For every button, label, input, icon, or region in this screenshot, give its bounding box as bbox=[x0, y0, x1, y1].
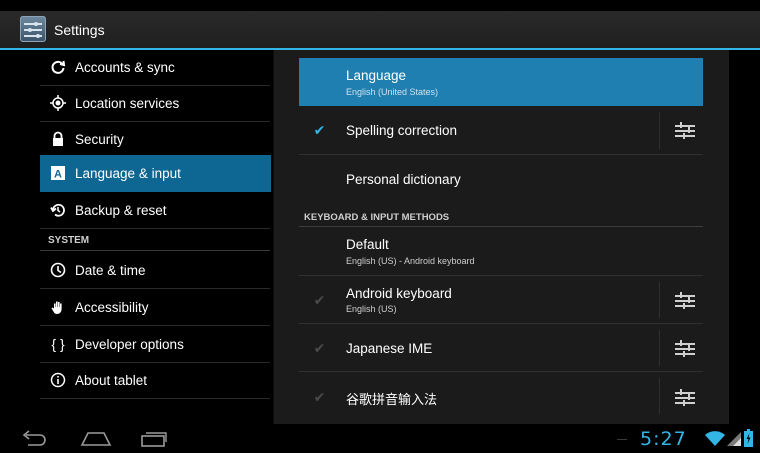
recent-apps-icon[interactable] bbox=[140, 430, 168, 448]
android-keyboard-subtitle: English (US) bbox=[346, 304, 397, 314]
sidebar-item-accessibility[interactable]: Accessibility bbox=[40, 290, 270, 326]
location-icon bbox=[50, 95, 66, 111]
top-strip bbox=[0, 0, 760, 11]
language-title: Language bbox=[346, 68, 407, 83]
language-input-panel: Language English (United States) ✔ Spell… bbox=[273, 50, 729, 424]
wifi-icon bbox=[705, 431, 725, 446]
sidebar-item-label: Location services bbox=[75, 96, 180, 111]
default-subtitle: English (US) - Android keyboard bbox=[346, 256, 475, 266]
android-keyboard-checkbox: ✔ bbox=[313, 292, 326, 308]
default-keyboard-row[interactable]: Default English (US) - Android keyboard bbox=[299, 228, 703, 276]
japanese-ime-settings-icon[interactable] bbox=[675, 340, 695, 358]
info-icon bbox=[50, 372, 66, 388]
sidebar-item-label: Developer options bbox=[75, 337, 184, 352]
sidebar-item-label: Date & time bbox=[75, 263, 146, 278]
language-row[interactable]: Language English (United States) bbox=[299, 58, 703, 106]
japanese-ime-title: Japanese IME bbox=[346, 341, 433, 356]
sidebar-item-backup-reset[interactable]: Backup & reset bbox=[40, 193, 270, 229]
sidebar-item-developer-options[interactable]: { } Developer options bbox=[40, 327, 270, 363]
sidebar-item-label: Language & input bbox=[75, 166, 181, 181]
google-pinyin-title: 谷歌拼音输入法 bbox=[346, 393, 438, 408]
action-bar: Settings bbox=[0, 11, 760, 50]
google-pinyin-settings-icon[interactable] bbox=[675, 389, 695, 407]
android-keyboard-settings-icon[interactable] bbox=[675, 292, 695, 310]
sidebar-item-label: Backup & reset bbox=[75, 203, 167, 218]
japanese-ime-row[interactable]: ✔ Japanese IME bbox=[299, 324, 703, 372]
default-title: Default bbox=[346, 237, 389, 252]
spelling-correction-checkbox[interactable]: ✔ bbox=[313, 123, 326, 137]
sidebar-item-accounts-sync[interactable]: Accounts & sync bbox=[40, 50, 270, 86]
sidebar-item-language-input[interactable]: A Language & input bbox=[40, 155, 271, 192]
settings-sidebar: Accounts & sync Location services Securi… bbox=[0, 50, 272, 410]
spelling-correction-title: Spelling correction bbox=[346, 123, 458, 138]
sidebar-item-label: Security bbox=[75, 132, 124, 147]
svg-text:A: A bbox=[54, 169, 62, 181]
google-pinyin-row[interactable]: ✔ 谷歌拼音输入法 bbox=[299, 372, 703, 420]
status-time: 5:27 bbox=[640, 428, 687, 450]
hand-icon bbox=[50, 299, 66, 315]
home-icon[interactable] bbox=[80, 430, 112, 448]
sidebar-item-security[interactable]: Security bbox=[40, 122, 270, 158]
japanese-ime-checkbox: ✔ bbox=[313, 340, 326, 356]
language-icon: A bbox=[50, 165, 66, 181]
system-bar: 5:27 bbox=[0, 424, 760, 453]
sidebar-item-label: Accounts & sync bbox=[75, 60, 175, 75]
sidebar-item-label: Accessibility bbox=[75, 300, 149, 315]
android-keyboard-row[interactable]: ✔ Android keyboard English (US) bbox=[299, 276, 703, 324]
spelling-correction-row[interactable]: ✔ Spelling correction bbox=[299, 106, 703, 155]
lock-icon bbox=[50, 131, 66, 147]
keyboard-methods-header: KEYBOARD & INPUT METHODS bbox=[299, 203, 703, 227]
personal-dictionary-title: Personal dictionary bbox=[346, 172, 461, 187]
sidebar-item-date-time[interactable]: Date & time bbox=[40, 253, 270, 289]
google-pinyin-checkbox: ✔ bbox=[313, 389, 326, 405]
system-section-header: SYSTEM bbox=[40, 231, 270, 251]
sync-icon bbox=[50, 59, 66, 75]
battery-icon bbox=[744, 429, 753, 447]
back-icon[interactable] bbox=[20, 430, 48, 448]
sidebar-item-about-tablet[interactable]: About tablet bbox=[40, 363, 270, 399]
sidebar-item-label: About tablet bbox=[75, 373, 148, 388]
signal-icon bbox=[727, 432, 741, 446]
braces-icon: { } bbox=[51, 336, 65, 352]
sidebar-item-location[interactable]: Location services bbox=[40, 86, 270, 122]
backup-icon bbox=[50, 202, 66, 218]
android-keyboard-title: Android keyboard bbox=[346, 286, 452, 301]
language-subtitle: English (United States) bbox=[346, 87, 439, 97]
spelling-settings-icon[interactable] bbox=[675, 122, 695, 140]
clock-icon bbox=[50, 262, 66, 278]
settings-icon[interactable] bbox=[20, 16, 46, 42]
personal-dictionary-row[interactable]: Personal dictionary bbox=[299, 155, 703, 201]
page-title: Settings bbox=[54, 22, 105, 38]
